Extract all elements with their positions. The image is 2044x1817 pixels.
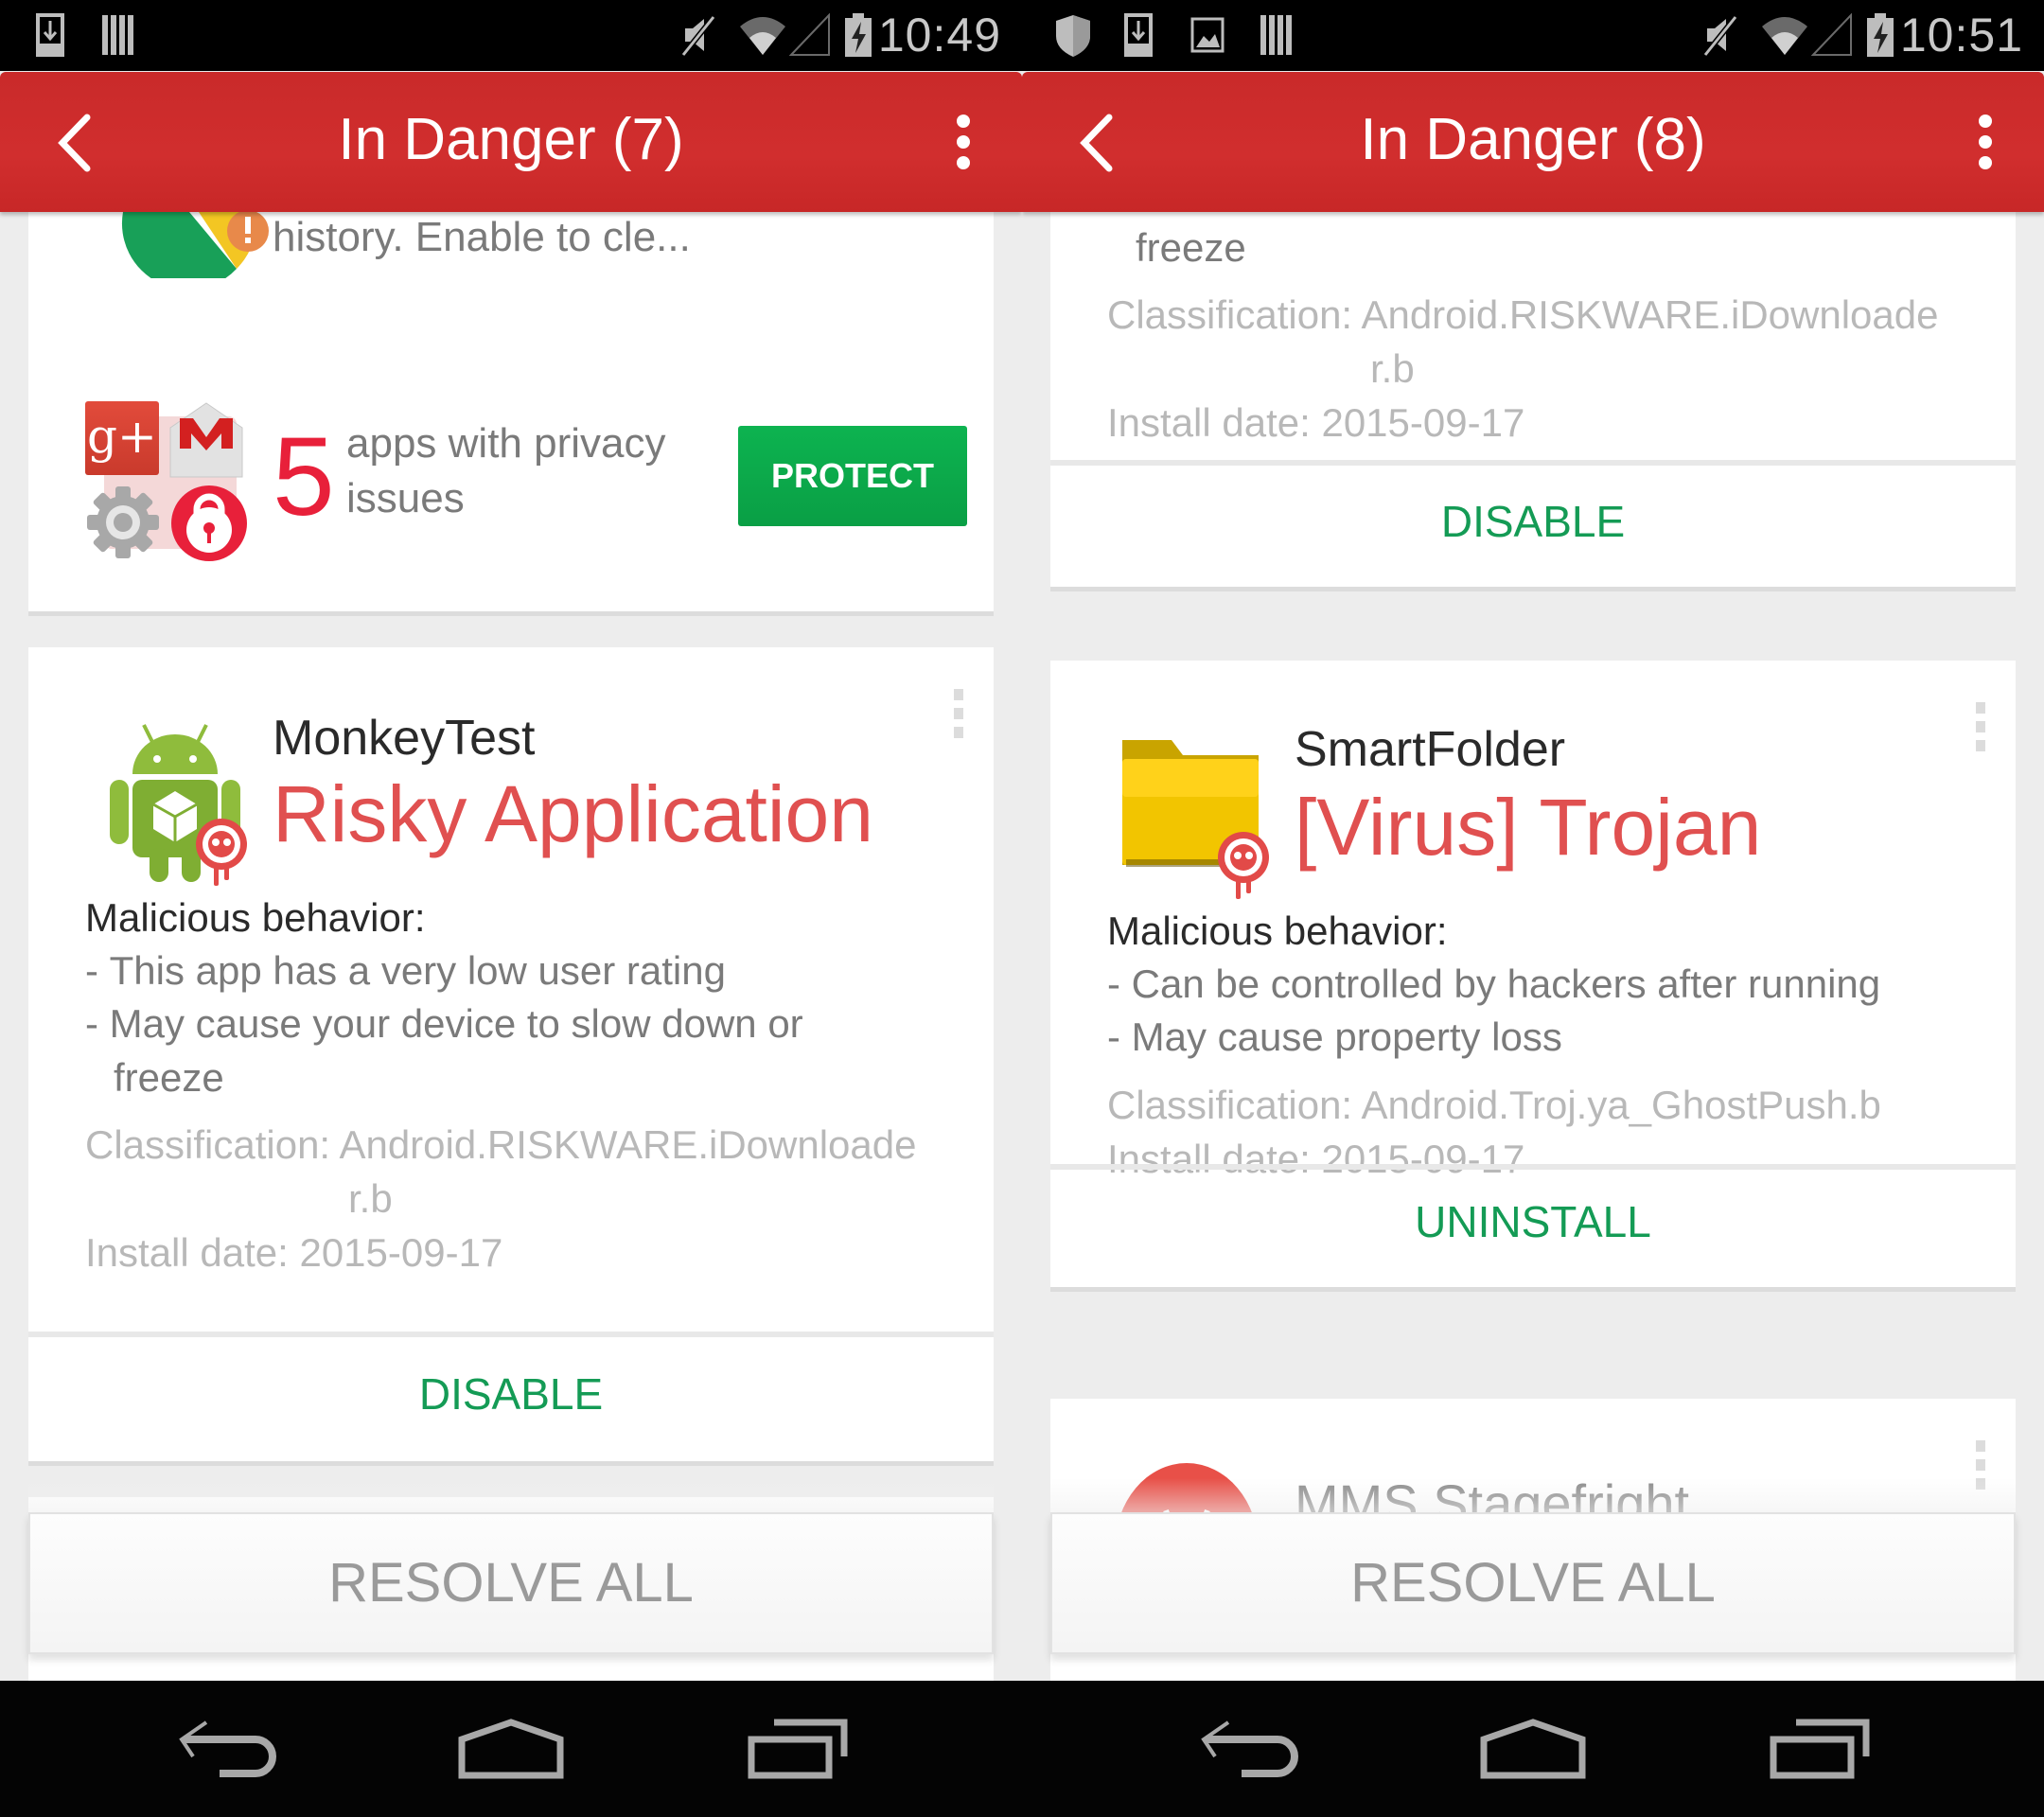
classification: Classification: Android.RISKWARE.iDownlo… bbox=[1107, 292, 1939, 337]
more-vert-icon[interactable] bbox=[954, 114, 973, 170]
card-divider bbox=[1050, 460, 2016, 466]
behavior-item: - Can be controlled by hackers after run… bbox=[1107, 961, 1881, 1006]
barcode-icon bbox=[1260, 15, 1292, 55]
page-title: In Danger (8) bbox=[1360, 107, 1706, 172]
privacy-app-icons: g+ bbox=[85, 401, 256, 562]
status-bar: 10:49 bbox=[0, 0, 1022, 71]
chrome-icon bbox=[121, 212, 269, 278]
privacy-count: 5 bbox=[273, 415, 335, 539]
recents-icon[interactable] bbox=[1770, 1719, 1870, 1779]
privacy-text-line1: apps with privacy bbox=[346, 420, 666, 467]
resolve-all-button[interactable]: RESOLVE ALL bbox=[1050, 1512, 2016, 1654]
behavior-item: - This app has a very low user rating bbox=[85, 948, 726, 993]
card-description: history. Enable to cle... bbox=[273, 214, 691, 260]
resolve-all-button[interactable]: RESOLVE ALL bbox=[28, 1512, 994, 1654]
screen-right: 10:51 In Danger (8) freeze Classificatio… bbox=[1022, 0, 2044, 1817]
more-vert-icon[interactable] bbox=[1976, 114, 1995, 170]
privacy-card[interactable]: g+ 5 apps with privacy issues PROTECT bbox=[28, 335, 994, 611]
threat-list[interactable]: freeze Classification: Android.RISKWARE.… bbox=[1022, 212, 2044, 1681]
gmail-icon bbox=[169, 402, 243, 478]
download-icon bbox=[1124, 13, 1153, 57]
skull-badge-icon bbox=[196, 819, 247, 886]
back-icon[interactable] bbox=[178, 1719, 276, 1779]
download-icon bbox=[36, 13, 64, 57]
recents-icon[interactable] bbox=[748, 1719, 848, 1779]
behavior-heading: Malicious behavior: bbox=[1107, 908, 1448, 953]
image-icon bbox=[1190, 17, 1225, 53]
settings-gear-icon bbox=[87, 486, 159, 558]
status-bar: 10:51 bbox=[1022, 0, 2044, 71]
classification: Classification: Android.Troj.ya_GhostPus… bbox=[1107, 1083, 1881, 1127]
nav-bar bbox=[1022, 1681, 2044, 1817]
back-icon[interactable] bbox=[1200, 1719, 1298, 1779]
behavior-item: - May cause property loss bbox=[1107, 1014, 1562, 1059]
app-name: MonkeyTest bbox=[273, 711, 536, 766]
wifi-icon bbox=[1762, 17, 1807, 55]
behavior-item-continued: freeze bbox=[1136, 225, 1246, 270]
skull-badge-icon bbox=[1218, 832, 1269, 899]
page-title: In Danger (7) bbox=[338, 107, 684, 172]
install-date: Install date: 2015-09-17 bbox=[85, 1230, 503, 1275]
disable-button[interactable]: DISABLE bbox=[28, 1368, 994, 1420]
card-menu-icon[interactable] bbox=[954, 689, 963, 746]
google-plus-icon: g+ bbox=[85, 401, 159, 475]
signal-icon bbox=[789, 13, 830, 56]
battery-charging-icon bbox=[845, 13, 872, 57]
disable-button[interactable]: DISABLE bbox=[1050, 496, 2016, 547]
uninstall-button[interactable]: UNINSTALL bbox=[1050, 1196, 2016, 1247]
card-menu-icon[interactable] bbox=[1976, 702, 1985, 759]
classification-continued: r.b bbox=[1370, 346, 1415, 391]
classification: Classification: Android.RISKWARE.iDownlo… bbox=[85, 1122, 917, 1167]
clock: 10:51 bbox=[1899, 9, 2023, 62]
protect-button[interactable]: PROTECT bbox=[738, 426, 967, 526]
card-divider bbox=[28, 1332, 994, 1337]
clock: 10:49 bbox=[877, 9, 1001, 62]
barcode-icon bbox=[102, 15, 133, 55]
threat-type: [Virus] Trojan bbox=[1295, 783, 1762, 872]
wifi-icon bbox=[740, 17, 785, 55]
privacy-text-line2: issues bbox=[346, 475, 465, 521]
behavior-heading: Malicious behavior: bbox=[85, 895, 426, 940]
threat-card-monkeytest[interactable]: MonkeyTest Risky Application Malicious b… bbox=[28, 647, 994, 1461]
classification-continued: r.b bbox=[348, 1176, 393, 1221]
signal-icon bbox=[1811, 13, 1852, 56]
threat-list[interactable]: history. Enable to cle... g+ 5 apps with… bbox=[0, 212, 1022, 1681]
shield-icon bbox=[1056, 15, 1090, 57]
app-bar: In Danger (7) bbox=[0, 72, 1022, 212]
threat-card-smartfolder[interactable]: SmartFolder [Virus] Trojan Malicious beh… bbox=[1050, 661, 2016, 1287]
app-bar: In Danger (8) bbox=[1022, 72, 2044, 212]
install-date: Install date: 2015-09-17 bbox=[1107, 1137, 1525, 1181]
threat-card-partial[interactable]: freeze Classification: Android.RISKWARE.… bbox=[1050, 212, 2016, 587]
card-divider bbox=[1050, 1164, 2016, 1170]
home-icon[interactable] bbox=[458, 1719, 564, 1779]
mute-icon bbox=[1702, 15, 1738, 57]
mute-icon bbox=[680, 15, 716, 57]
threat-type: Risky Application bbox=[273, 769, 873, 858]
app-name: SmartFolder bbox=[1295, 722, 1566, 777]
nav-bar bbox=[0, 1681, 1022, 1817]
lock-icon bbox=[171, 485, 247, 561]
install-date: Install date: 2015-09-17 bbox=[1107, 400, 1525, 445]
behavior-item: - May cause your device to slow down or bbox=[85, 1001, 803, 1046]
screen-left: 10:49 In Danger (7) history. Enable to c… bbox=[0, 0, 1022, 1817]
battery-charging-icon bbox=[1867, 13, 1894, 57]
behavior-item-continued: freeze bbox=[114, 1055, 224, 1100]
home-icon[interactable] bbox=[1480, 1719, 1586, 1779]
